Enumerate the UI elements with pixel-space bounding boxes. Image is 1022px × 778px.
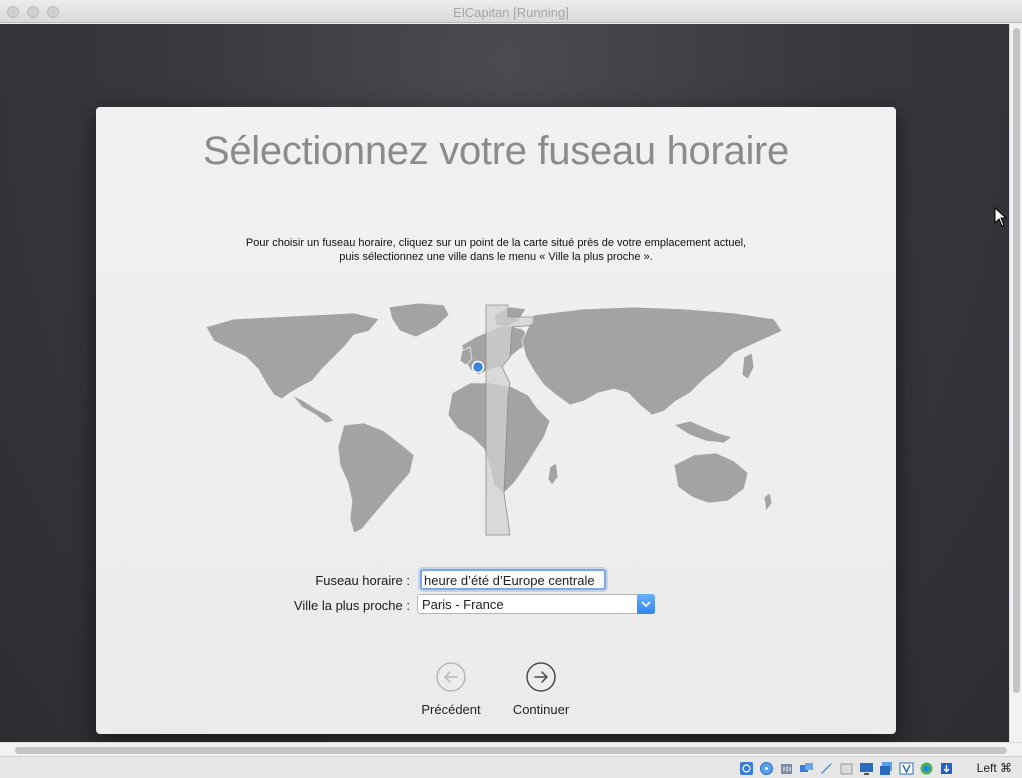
new-zealand-landmass <box>763 492 773 513</box>
chevron-down-icon <box>641 601 651 607</box>
host-key-indicator: Left ⌘ <box>976 761 1012 775</box>
location-pin-icon <box>471 360 485 374</box>
timezone-field[interactable]: heure d’été d’Europe centrale <box>420 569 606 590</box>
select-arrow-button[interactable] <box>637 594 655 614</box>
mouse-integration-icon[interactable] <box>938 760 955 776</box>
video-recording-icon[interactable] <box>898 760 915 776</box>
usb-icon[interactable] <box>818 760 835 776</box>
shared-folders-icon[interactable] <box>838 760 855 776</box>
optical-drive-icon[interactable] <box>758 760 775 776</box>
continue-button-label: Continuer <box>512 702 570 717</box>
greenland-landmass <box>388 302 450 338</box>
window-title: ElCapitan [Running] <box>453 5 569 20</box>
madagascar-landmass <box>547 462 559 486</box>
continue-button[interactable]: Continuer <box>496 661 586 717</box>
vertical-scroll-thumb[interactable] <box>1013 28 1020 693</box>
city-label: Ville la plus proche : <box>293 598 410 613</box>
vertical-scrollbar[interactable] <box>1009 24 1022 742</box>
vm-display[interactable]: Sélectionnez votre fuseau horaire Pour c… <box>0 24 1009 742</box>
cpu-icon[interactable] <box>918 760 935 776</box>
installer-panel: Sélectionnez votre fuseau horaire Pour c… <box>96 107 896 734</box>
screen-capture-icon[interactable] <box>878 760 895 776</box>
network-icon[interactable] <box>798 760 815 776</box>
device-icons <box>738 760 955 776</box>
central-america-landmass <box>291 394 335 424</box>
horizontal-scrollbar[interactable] <box>0 742 1022 756</box>
horizontal-scroll-thumb[interactable] <box>15 747 1007 754</box>
mouse-pointer-icon <box>994 207 1008 227</box>
asia-landmass <box>521 306 783 416</box>
forward-arrow-icon <box>526 662 556 692</box>
instructions-line-2: puis sélectionnez une ville dans le menu… <box>339 251 653 263</box>
hard-disk-icon[interactable] <box>738 760 755 776</box>
timezone-label: Fuseau horaire : <box>315 573 410 588</box>
instructions-line-1: Pour choisir un fuseau horaire, cliquez … <box>245 237 747 249</box>
closest-city-value: Paris - France <box>422 597 504 612</box>
southeast-asia-islands <box>672 420 733 444</box>
vm-status-bar: Left ⌘ <box>0 756 1022 778</box>
japan-landmass <box>741 352 755 380</box>
timezone-world-map[interactable] <box>204 297 788 547</box>
page-title: Sélectionnez votre fuseau horaire <box>202 129 790 173</box>
back-arrow-icon <box>436 662 466 692</box>
audio-icon[interactable] <box>778 760 795 776</box>
australia-landmass <box>673 452 749 504</box>
back-button[interactable]: Précédent <box>406 661 496 717</box>
window-titlebar: ElCapitan [Running] <box>0 0 1022 23</box>
display-icon[interactable] <box>858 760 875 776</box>
closest-city-select[interactable]: Paris - France <box>417 594 655 614</box>
north-america-landmass <box>205 312 380 400</box>
back-button-label: Précédent <box>421 702 481 717</box>
instructions-text: Pour choisir un fuseau horaire, cliquez … <box>96 236 896 264</box>
south-america-landmass <box>337 422 415 534</box>
